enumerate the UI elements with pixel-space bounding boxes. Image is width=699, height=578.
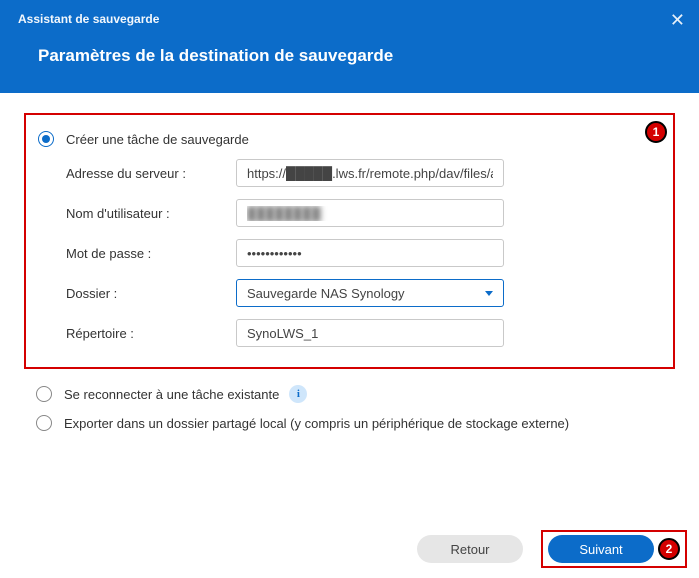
row-server: Adresse du serveur : (38, 153, 661, 193)
next-button[interactable]: Suivant (548, 535, 654, 563)
server-label: Adresse du serveur : (66, 166, 236, 181)
password-label: Mot de passe : (66, 246, 236, 261)
folder-select[interactable]: Sauvegarde NAS Synology (236, 279, 504, 307)
directory-input[interactable] (236, 319, 504, 347)
create-task-panel: 1 Créer une tâche de sauvegarde Adresse … (24, 113, 675, 369)
directory-label: Répertoire : (66, 326, 236, 341)
folder-select-value: Sauvegarde NAS Synology (247, 286, 405, 301)
step-badge-2: 2 (658, 538, 680, 560)
row-username: Nom d'utilisateur : (38, 193, 661, 233)
password-input[interactable] (236, 239, 504, 267)
row-password: Mot de passe : (38, 233, 661, 273)
option-create-task-label: Créer une tâche de sauvegarde (66, 132, 249, 147)
wizard-header: Assistant de sauvegarde Paramètres de la… (0, 0, 699, 93)
option-export-local[interactable]: Exporter dans un dossier partagé local (… (24, 409, 675, 437)
row-directory: Répertoire : (38, 313, 661, 353)
row-folder: Dossier : Sauvegarde NAS Synology (38, 273, 661, 313)
server-input[interactable] (236, 159, 504, 187)
close-icon[interactable]: ✕ (670, 10, 685, 31)
info-icon[interactable]: i (289, 385, 307, 403)
option-reconnect[interactable]: Se reconnecter à une tâche existante i (24, 379, 675, 409)
breadcrumb: Assistant de sauvegarde (0, 0, 699, 26)
radio-reconnect[interactable] (36, 386, 52, 402)
folder-label: Dossier : (66, 286, 236, 301)
radio-create-task[interactable] (38, 131, 54, 147)
radio-export-local[interactable] (36, 415, 52, 431)
username-input[interactable] (236, 199, 504, 227)
back-button[interactable]: Retour (417, 535, 523, 563)
content-area: 1 Créer une tâche de sauvegarde Adresse … (0, 93, 699, 437)
option-export-local-label: Exporter dans un dossier partagé local (… (64, 416, 569, 431)
next-button-highlight: Suivant 2 (541, 530, 687, 568)
step-badge-1: 1 (645, 121, 667, 143)
chevron-down-icon (485, 291, 493, 296)
wizard-footer: Retour Suivant 2 (0, 530, 699, 568)
username-label: Nom d'utilisateur : (66, 206, 236, 221)
option-create-task[interactable]: Créer une tâche de sauvegarde (38, 125, 661, 153)
option-reconnect-label: Se reconnecter à une tâche existante (64, 387, 279, 402)
page-title: Paramètres de la destination de sauvegar… (0, 26, 699, 66)
